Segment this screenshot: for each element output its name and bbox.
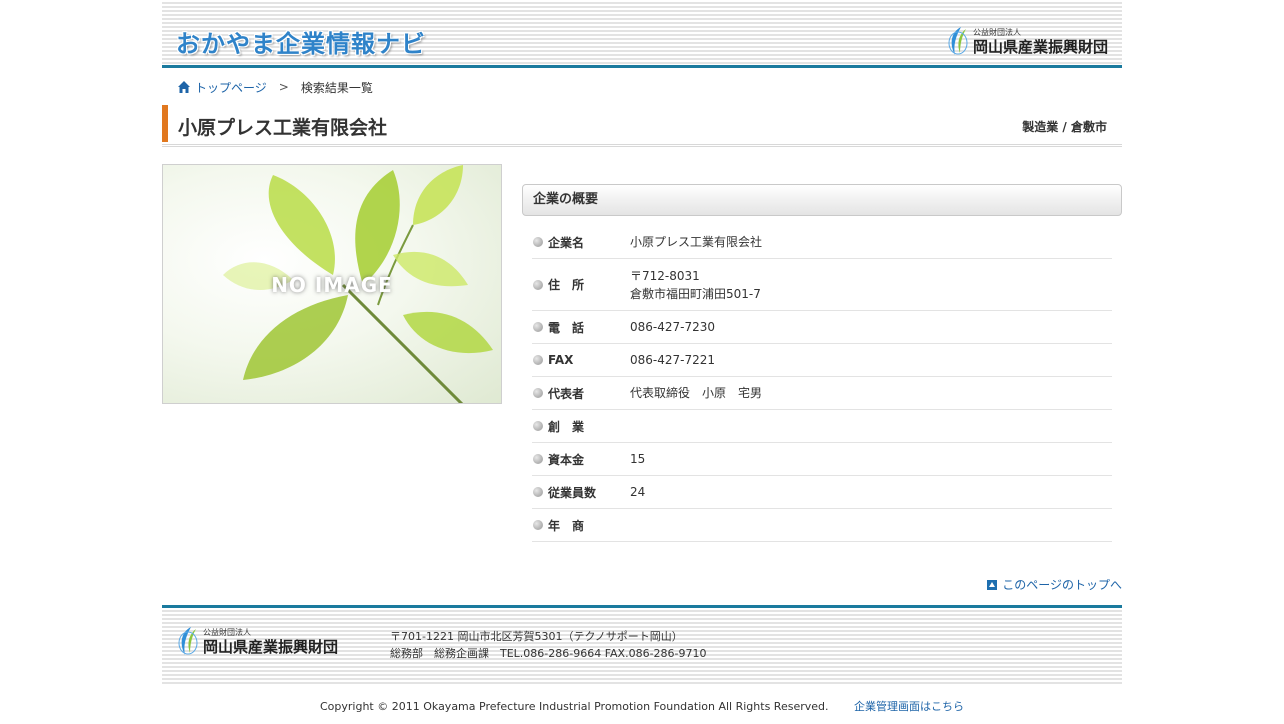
overview-value: 24 (630, 485, 646, 499)
admin-login-link[interactable]: 企業管理画面はこちら (854, 700, 964, 713)
site-header: おかやま企業情報ナビ 公益財団法人 岡山県産業振興財団 (162, 0, 1122, 68)
page-top-label: このページのトップへ (1002, 578, 1122, 592)
bullet-icon (533, 279, 543, 290)
company-image-placeholder: NO IMAGE (162, 164, 502, 404)
overview-table: 企業名 小原プレス工業有限会社 住 所 〒712-8031 倉敷市福田町浦田50… (532, 226, 1112, 542)
overview-row-founded: 創 業 (532, 410, 1112, 443)
bullet-icon (533, 388, 543, 398)
overview-label: 従業員数 (548, 485, 597, 500)
overview-label: 電 話 (548, 320, 585, 335)
company-category: 製造業 / 倉敷市 (1022, 120, 1107, 134)
overview-value: 086-427-7230 (630, 320, 716, 334)
overview-value: 086-427-7221 (630, 353, 716, 367)
breadcrumb-separator: > (278, 80, 289, 94)
breadcrumb-current: 検索結果一覧 (300, 80, 373, 95)
overview-row-representative: 代表者 代表取締役 小原 宅男 (532, 377, 1112, 410)
bullet-icon (533, 520, 543, 530)
overview-value: 15 (630, 452, 646, 466)
footer-org-type-label: 公益財団法人 (203, 628, 251, 637)
breadcrumb: トップページ > 検索結果一覧 (162, 78, 1122, 96)
copyright-text: Copyright © 2011 Okayama Prefecture Indu… (320, 700, 829, 713)
no-image-label: NO IMAGE (271, 273, 393, 297)
page-top-area: このページのトップへ (162, 576, 1122, 592)
overview-row-address: 住 所 〒712-8031 倉敷市福田町浦田501-7 (532, 259, 1112, 311)
overview-row-capital: 資本金 15 (532, 443, 1112, 476)
breadcrumb-home-link[interactable]: トップページ (195, 79, 267, 96)
bullet-icon (533, 421, 543, 431)
overview-row-fax: FAX 086-427-7221 (532, 344, 1112, 377)
postal-code: 〒712-8031 (630, 268, 700, 283)
overview-row-company-name: 企業名 小原プレス工業有限会社 (532, 226, 1112, 259)
overview-label: 年 商 (548, 518, 585, 533)
arrow-up-icon (987, 579, 998, 590)
overview-label: FAX (548, 353, 574, 367)
page-title: 小原プレス工業有限会社 (178, 117, 388, 139)
street-address: 倉敷市福田町浦田501-7 (630, 286, 761, 301)
overview-row-annual-sales: 年 商 (532, 509, 1112, 542)
overview-row-employees: 従業員数 24 (532, 476, 1112, 509)
overview-row-phone: 電 話 086-427-7230 (532, 311, 1112, 344)
org-logo[interactable]: 公益財団法人 岡山県産業振興財団 (947, 24, 1108, 56)
overview-label: 住 所 (548, 278, 585, 292)
home-icon (178, 81, 190, 93)
org-name: 岡山県産業振興財団 (972, 38, 1108, 56)
bullet-icon (533, 487, 543, 497)
page-top-link[interactable]: このページのトップへ (987, 576, 1122, 593)
bullet-icon (533, 355, 543, 365)
footer-org-logo[interactable]: 公益財団法人 岡山県産業振興財団 (177, 626, 338, 656)
company-overview: 企業の概要 企業名 小原プレス工業有限会社 住 所 〒712-8031 倉敷市福… (522, 184, 1122, 542)
copyright-line: Copyright © 2011 Okayama Prefecture Indu… (0, 698, 1284, 714)
org-logo-mark-icon (178, 627, 198, 655)
footer-address-block: 〒701-1221 岡山市北区芳賀5301（テクノサポート岡山） 総務部 総務企… (390, 628, 707, 662)
footer-org-name: 岡山県産業振興財団 (203, 638, 339, 656)
company-title-bar: 小原プレス工業有限会社 製造業 / 倉敷市 (162, 105, 1122, 147)
org-type-label: 公益財団法人 (972, 28, 1021, 37)
overview-label: 企業名 (548, 235, 585, 250)
site-footer: 公益財団法人 岡山県産業振興財団 〒701-1221 岡山市北区芳賀5301（テ… (162, 605, 1122, 685)
org-logo-mark-icon (948, 27, 968, 55)
overview-label: 代表者 (548, 386, 585, 401)
bullet-icon (533, 237, 543, 247)
overview-label: 創 業 (548, 419, 585, 434)
overview-value-address: 〒712-8031 倉敷市福田町浦田501-7 (630, 267, 761, 303)
overview-label: 資本金 (548, 452, 585, 467)
overview-value: 代表取締役 小原 宅男 (630, 386, 763, 400)
bullet-icon (533, 322, 543, 332)
title-accent-bar (162, 105, 168, 142)
bullet-icon (533, 454, 543, 464)
footer-address: 〒701-1221 岡山市北区芳賀5301（テクノサポート岡山） (390, 630, 683, 643)
site-logo[interactable]: おかやま企業情報ナビ (176, 24, 426, 59)
overview-heading: 企業の概要 (522, 184, 1122, 216)
footer-contact: 総務部 総務企画課 TEL.086-286-9664 FAX.086-286-9… (390, 647, 707, 660)
overview-value: 小原プレス工業有限会社 (630, 235, 763, 249)
